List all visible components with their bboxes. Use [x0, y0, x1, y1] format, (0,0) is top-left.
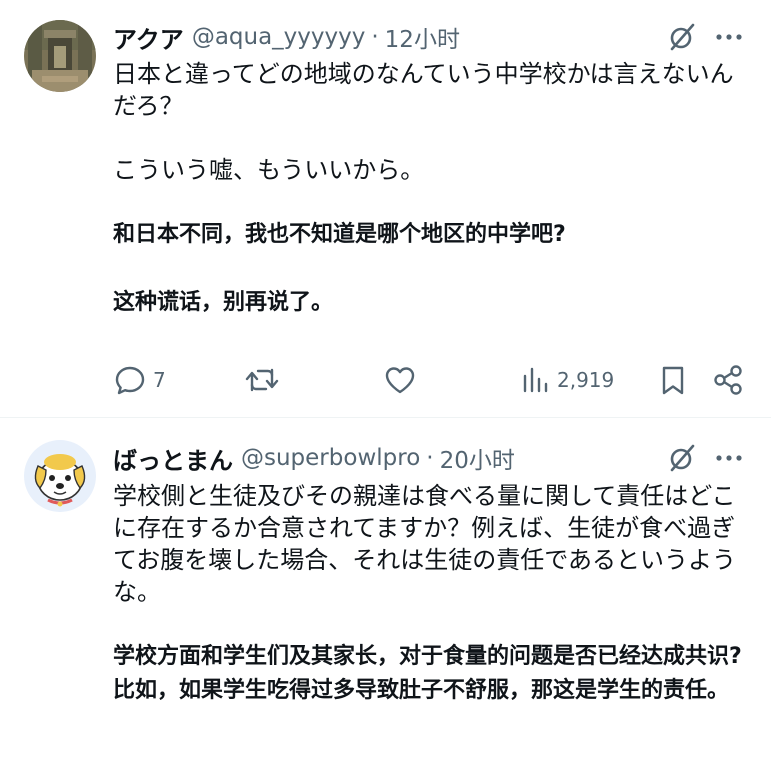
tweet-text: 日本と違ってどの地域のなんていう中学校かは言えないんだろ？ こういう嘘、もういい… — [113, 60, 734, 184]
tweet-2[interactable]: ばっとまん @superbowlpro · 20小时 学校側と生徒及びその親達は… — [0, 418, 771, 766]
share-button[interactable] — [711, 360, 745, 400]
tweet-translation: 和日本不同，我也不知道是哪个地区的中学吧? 这种谎话，别再说了。 — [113, 222, 566, 315]
timestamp[interactable]: 12小时 — [385, 20, 460, 54]
separator-dot: · — [371, 24, 379, 50]
tweet-text: 学校側と生徒及びその親達は食べる量に関して責任はどこに存在するか合意されてますか… — [113, 482, 737, 606]
tweet-header: ばっとまん @superbowlpro · 20小时 — [113, 438, 515, 478]
dog-cartoon-avatar — [24, 440, 96, 512]
like-icon — [385, 367, 415, 394]
tweet-1[interactable]: アクア @aqua_yyyyyy · 12小时 日本と違ってどの地域のなんていう… — [0, 0, 771, 418]
grok-icon[interactable] — [667, 443, 697, 473]
display-name[interactable]: アクア — [113, 20, 184, 55]
share-icon — [714, 365, 742, 395]
bookmark-button[interactable] — [658, 360, 688, 400]
reply-icon — [115, 366, 145, 395]
temple-photo — [24, 20, 96, 92]
reply-count: 7 — [153, 368, 166, 392]
separator-dot: · — [426, 445, 434, 471]
bookmark-icon — [662, 366, 684, 395]
tweet-header: アクア @aqua_yyyyyy · 12小时 — [113, 17, 460, 57]
retweet-button[interactable] — [244, 360, 280, 400]
views-icon — [523, 367, 548, 393]
more-icon[interactable] — [713, 22, 745, 52]
user-handle[interactable]: @aqua_yyyyyy — [192, 24, 366, 50]
tweet-translation: 学校方面和学生们及其家长，对于食量的问题是否已经达成共识? 比如，如果学生吃得过… — [113, 644, 750, 703]
views-count: 2,919 — [557, 368, 615, 392]
retweet-icon — [245, 368, 279, 392]
like-button[interactable] — [383, 360, 417, 400]
more-icon[interactable] — [713, 443, 745, 473]
reply-button[interactable]: 7 — [113, 360, 166, 400]
display-name[interactable]: ばっとまん — [113, 441, 233, 476]
avatar[interactable] — [24, 20, 96, 92]
user-handle[interactable]: @superbowlpro — [241, 445, 420, 471]
action-bar: 7 2,919 — [113, 360, 753, 400]
avatar[interactable] — [24, 440, 96, 512]
grok-icon[interactable] — [667, 22, 697, 52]
timestamp[interactable]: 20小时 — [440, 441, 515, 475]
views-button[interactable]: 2,919 — [521, 360, 614, 400]
